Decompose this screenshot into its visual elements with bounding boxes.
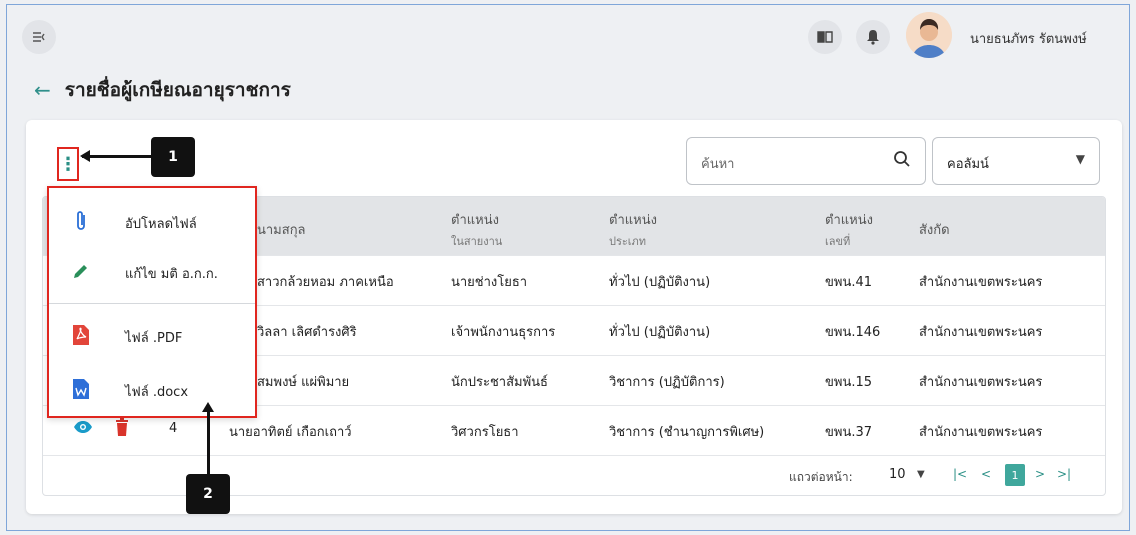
column-select-value: คอลัมน์ (947, 157, 989, 172)
search-icon[interactable] (893, 150, 911, 173)
search-input[interactable]: ค้นหา (686, 137, 926, 185)
menu-item-label: ไฟล์ .docx (125, 385, 189, 400)
cell-affiliation: สำนักงานเขตพระนคร (919, 325, 1043, 340)
callout-2-line (207, 410, 210, 475)
header-position-type-sub: ประเภท (609, 235, 647, 248)
book-icon[interactable] (808, 20, 842, 54)
cell-position: นักประชาสัมพันธ์ (451, 375, 548, 390)
cell-position-no: ขพน.37 (825, 425, 873, 440)
header-lastname[interactable]: นามสกุล (257, 219, 306, 240)
more-options-icon[interactable]: ⋮ (57, 147, 79, 181)
cell-position: เจ้าพนักงานธุรการ (451, 325, 556, 340)
menu-item-label: อัปโหลดไฟล์ (125, 217, 197, 232)
next-page-button[interactable]: > (1035, 467, 1045, 481)
chevron-down-icon: ▼ (1075, 152, 1085, 166)
trash-icon[interactable] (115, 418, 129, 436)
cell-no: 4 (169, 421, 178, 436)
cell-name: สาวกล้วยหอม ภาคเหนือ (257, 275, 394, 290)
cell-affiliation: สำนักงานเขตพระนคร (919, 425, 1043, 440)
rows-per-page-select[interactable]: 10 (889, 467, 906, 482)
cell-position-no: ขพน.41 (825, 275, 873, 290)
word-file-icon (71, 377, 91, 401)
menu-item-upload[interactable]: อัปโหลดไฟล์ (49, 196, 255, 246)
cell-type: ทั่วไป (ปฏิบัติงาน) (609, 325, 711, 340)
header-position-type-label: ตำแหน่ง (609, 213, 657, 228)
current-page-button[interactable]: 1 (1005, 464, 1025, 486)
callout-2-arrow-icon (202, 402, 214, 412)
avatar[interactable] (906, 12, 952, 58)
last-page-button[interactable]: >| (1057, 467, 1071, 481)
arrow-left-icon[interactable]: ← (34, 78, 51, 102)
callout-2: 2 (186, 474, 230, 514)
header-position-line-label: ตำแหน่ง (451, 213, 499, 228)
cell-type: วิชาการ (ชำนาญการพิเศษ) (609, 425, 765, 440)
menu-item-label: ไฟล์ .PDF (125, 331, 183, 346)
collapse-menu-icon[interactable] (22, 20, 56, 54)
menu-item-pdf[interactable]: ไฟล์ .PDF (49, 310, 255, 360)
header-position-line[interactable]: ตำแหน่ง ในสายงาน (451, 209, 502, 250)
paperclip-icon (71, 209, 91, 233)
cell-name: สมพงษ์ แผ่พิมาย (257, 375, 350, 390)
menu-item-docx[interactable]: ไฟล์ .docx (49, 364, 255, 414)
column-select[interactable]: คอลัมน์ ▼ (932, 137, 1100, 185)
header-position-line-sub: ในสายงาน (451, 235, 503, 248)
pencil-icon (71, 259, 91, 283)
bell-icon[interactable] (856, 20, 890, 54)
user-name[interactable]: นายธนภัทร รัตนพงษ์ (970, 28, 1087, 49)
eye-icon[interactable] (73, 419, 93, 439)
cell-name: นายอาทิตย์ เกือกเถาว์ (229, 425, 352, 440)
more-options-menu: อัปโหลดไฟล์ แก้ไข มติ อ.ก.ก. ไฟล์ .PDF ไ… (47, 186, 257, 418)
menu-item-label: แก้ไข มติ อ.ก.ก. (125, 267, 218, 282)
header-position-no[interactable]: ตำแหน่ง เลขที่ (825, 209, 873, 250)
callout-1-arrow-icon (80, 150, 90, 162)
header-position-no-label: ตำแหน่ง (825, 213, 873, 228)
chevron-down-icon[interactable]: ▼ (917, 469, 925, 480)
cell-position: วิศวกรโยธา (451, 425, 519, 440)
menu-divider (49, 303, 255, 304)
cell-type: ทั่วไป (ปฏิบัติงาน) (609, 275, 711, 290)
cell-position-no: ขพน.15 (825, 375, 873, 390)
cell-position-no: ขพน.146 (825, 325, 881, 340)
rows-per-page-label: แถวต่อหน้า: (789, 470, 853, 484)
menu-item-edit[interactable]: แก้ไข มติ อ.ก.ก. (49, 246, 255, 296)
callout-1: 1 (151, 137, 195, 177)
cell-affiliation: สำนักงานเขตพระนคร (919, 275, 1043, 290)
header-affiliation[interactable]: สังกัด (919, 219, 950, 240)
header-position-type[interactable]: ตำแหน่ง ประเภท (609, 209, 657, 250)
page-header: ← รายชื่อผู้เกษียณอายุราชการ (34, 75, 291, 105)
callout-1-line (82, 155, 152, 158)
cell-name: วิลลา เลิศดำรงศิริ (257, 325, 357, 340)
prev-page-button[interactable]: < (981, 467, 991, 481)
header-position-no-sub: เลขที่ (825, 235, 851, 248)
page-title: รายชื่อผู้เกษียณอายุราชการ (64, 79, 291, 101)
cell-type: วิชาการ (ปฏิบัติการ) (609, 375, 725, 390)
pdf-file-icon (71, 323, 91, 347)
first-page-button[interactable]: |< (953, 467, 967, 481)
cell-position: นายช่างโยธา (451, 275, 528, 290)
cell-affiliation: สำนักงานเขตพระนคร (919, 375, 1043, 390)
search-placeholder: ค้นหา (701, 157, 735, 172)
